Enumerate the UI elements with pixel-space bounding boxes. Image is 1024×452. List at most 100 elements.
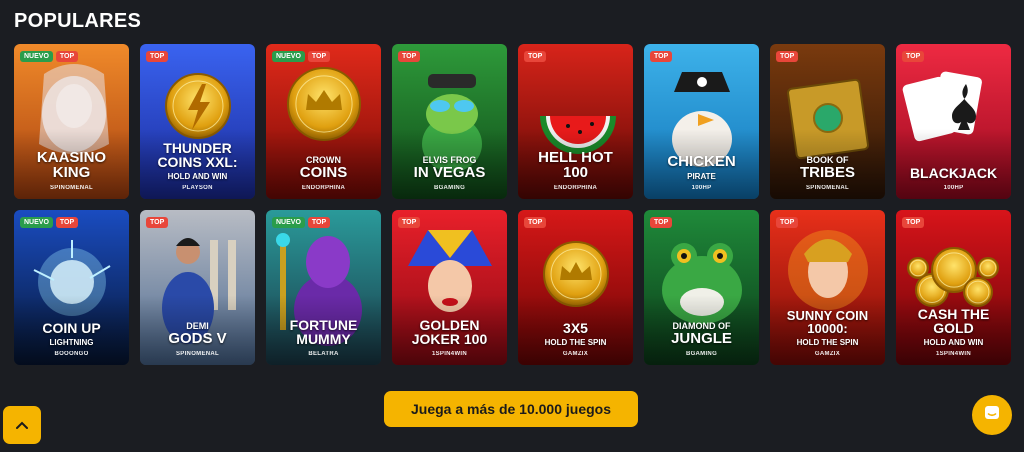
game-text: CASH THE GOLD HOLD AND WIN 1SPIN4WIN — [900, 305, 1007, 357]
top-badge: TOP — [398, 51, 421, 62]
game-card-kaasino-king[interactable]: NUEVO TOP KAASINO KING SPINOMENAL — [14, 44, 129, 199]
game-badges: TOP — [902, 217, 925, 228]
game-text: DIAMOND OF JUNGLE BGAMING — [648, 321, 755, 357]
game-card-cash-the-gold[interactable]: TOP CASH THE GOLD HOLD AND WIN 1SPIN4WIN — [896, 210, 1011, 365]
game-badges: TOP — [776, 51, 799, 62]
game-card-coin-up[interactable]: NUEVO TOP COIN UP LIGHTNING BOOONGO — [14, 210, 129, 365]
game-provider: PLAYSON — [182, 185, 213, 191]
top-badge: TOP — [650, 51, 673, 62]
game-title: GODS V — [168, 330, 227, 348]
top-badge: TOP — [55, 217, 79, 228]
game-title: HELL HOT 100 — [538, 148, 613, 182]
game-title: JUNGLE — [671, 330, 732, 348]
game-card-chicken-pirate[interactable]: TOP CHICKEN PIRATE 100HP — [644, 44, 759, 199]
game-card-golden-joker[interactable]: TOP GOLDEN JOKER 100 1SPIN4WIN — [392, 210, 507, 365]
game-card-fortune-mummy[interactable]: NUEVO TOP FORTUNE MUMMY BELATRA — [266, 210, 381, 365]
game-badges: TOP — [524, 217, 547, 228]
game-subtitle: HOLD THE SPIN — [796, 338, 859, 347]
game-badges: TOP — [902, 51, 925, 62]
game-badges: TOP — [776, 217, 799, 228]
game-subtitle: HOLD AND WIN — [923, 338, 984, 347]
game-badges: NUEVO TOP — [272, 51, 331, 62]
game-provider: BELATRA — [308, 351, 339, 357]
play-more-games-button[interactable]: Juega a más de 10.000 juegos — [384, 391, 638, 427]
top-badge: TOP — [650, 217, 673, 228]
game-text: COIN UP LIGHTNING BOOONGO — [18, 321, 125, 357]
game-title: KAASINO KING — [36, 148, 107, 182]
game-title: TRIBES — [799, 164, 855, 182]
game-subtitle: LIGHTNING — [49, 338, 94, 347]
game-title: THUNDER COINS XXL: — [157, 139, 238, 171]
game-title: 3X5 — [563, 320, 588, 337]
game-card-3x5[interactable]: TOP 3X5 HOLD THE SPIN GAMZIX — [518, 210, 633, 365]
game-text: KAASINO KING SPINOMENAL — [18, 148, 125, 191]
game-badges: TOP — [650, 51, 673, 62]
game-card-thunder-coins[interactable]: TOP THUNDER COINS XXL: HOLD AND WIN PLAYSON — [140, 44, 255, 199]
game-card-blackjack[interactable]: TOP BLACKJACK 100HP — [896, 44, 1011, 199]
chat-icon — [983, 404, 1001, 427]
game-provider: BGAMING — [433, 185, 466, 191]
game-badges: NUEVO TOP — [20, 217, 79, 228]
game-provider: 100HP — [691, 185, 712, 191]
chevron-up-icon — [16, 416, 28, 434]
game-badges: NUEVO TOP — [20, 51, 79, 62]
section-title: POPULARES — [14, 10, 142, 32]
game-card-crown-coins[interactable]: NUEVO TOP CROWN COINS ENDORPHINA — [266, 44, 381, 199]
top-badge: TOP — [55, 51, 79, 62]
top-badge: TOP — [776, 217, 799, 228]
game-title: COINS — [299, 164, 348, 182]
top-badge: TOP — [146, 51, 169, 62]
game-card-demi-gods[interactable]: TOP DEMI GODS V SPINOMENAL — [140, 210, 255, 365]
game-title: SUNNY COIN 10000: — [786, 307, 869, 337]
game-provider: GAMZIX — [814, 351, 841, 357]
new-badge: NUEVO — [272, 217, 305, 228]
game-card-diamond-jungle[interactable]: TOP DIAMOND OF JUNGLE BGAMING — [644, 210, 759, 365]
game-title: CHICKEN — [667, 153, 736, 171]
game-title: COIN UP — [42, 320, 101, 337]
game-subtitle: HOLD AND WIN — [167, 172, 228, 181]
game-text: BOOK OF TRIBES SPINOMENAL — [774, 155, 881, 191]
game-text: GOLDEN JOKER 100 1SPIN4WIN — [396, 316, 503, 357]
game-card-sunny-coin[interactable]: TOP SUNNY COIN 10000: HOLD THE SPIN GAMZIX — [770, 210, 885, 365]
game-provider: ENDORPHINA — [301, 185, 346, 191]
game-title: GOLDEN JOKER 100 — [411, 316, 488, 348]
game-provider: ENDORPHINA — [553, 185, 598, 191]
game-text: SUNNY COIN 10000: HOLD THE SPIN GAMZIX — [774, 307, 881, 357]
top-badge: TOP — [146, 217, 169, 228]
top-badge: TOP — [524, 217, 547, 228]
game-badges: TOP — [524, 51, 547, 62]
game-provider: BGAMING — [685, 351, 718, 357]
top-badge: TOP — [524, 51, 547, 62]
game-badges: TOP — [650, 217, 673, 228]
game-title: BLACKJACK — [909, 165, 998, 182]
game-badges: TOP — [146, 217, 169, 228]
game-badges: NUEVO TOP — [272, 217, 331, 228]
game-provider: SPINOMENAL — [175, 351, 219, 357]
game-title: IN VEGAS — [413, 164, 486, 182]
games-grid: NUEVO TOP KAASINO KING SPINOMENAL TOP THUNDE… — [14, 44, 1011, 365]
game-badges: TOP — [146, 51, 169, 62]
game-provider: SPINOMENAL — [805, 185, 849, 191]
game-text: BLACKJACK 100HP — [900, 166, 1007, 191]
top-badge: TOP — [307, 51, 331, 62]
top-badge: TOP — [398, 217, 421, 228]
game-text: HELL HOT 100 ENDORPHINA — [522, 148, 629, 191]
new-badge: NUEVO — [272, 51, 305, 62]
game-card-elvis-frog[interactable]: TOP ELVIS FROG IN VEGAS BGAMING — [392, 44, 507, 199]
game-title: CASH THE GOLD — [917, 305, 990, 337]
top-badge: TOP — [902, 217, 925, 228]
new-badge: NUEVO — [20, 51, 53, 62]
game-text: FORTUNE MUMMY BELATRA — [270, 316, 377, 357]
game-text: CHICKEN PIRATE 100HP — [648, 154, 755, 191]
game-provider: 100HP — [943, 185, 964, 191]
top-badge: TOP — [307, 217, 331, 228]
game-provider: 1SPIN4WIN — [935, 351, 972, 357]
game-provider: BOOONGO — [54, 351, 89, 357]
game-subtitle: HOLD THE SPIN — [544, 338, 607, 347]
game-title: FORTUNE MUMMY — [289, 316, 358, 348]
popular-games-page: POPULARES NUEVO TOP KAASINO KING SPINOMENAL… — [0, 0, 1024, 452]
game-card-book-of-tribes[interactable]: TOP BOOK OF TRIBES SPINOMENAL — [770, 44, 885, 199]
chat-button[interactable] — [972, 395, 1012, 435]
scroll-top-button[interactable] — [3, 406, 41, 444]
game-card-hell-hot[interactable]: TOP HELL HOT 100 ENDORPHINA — [518, 44, 633, 199]
